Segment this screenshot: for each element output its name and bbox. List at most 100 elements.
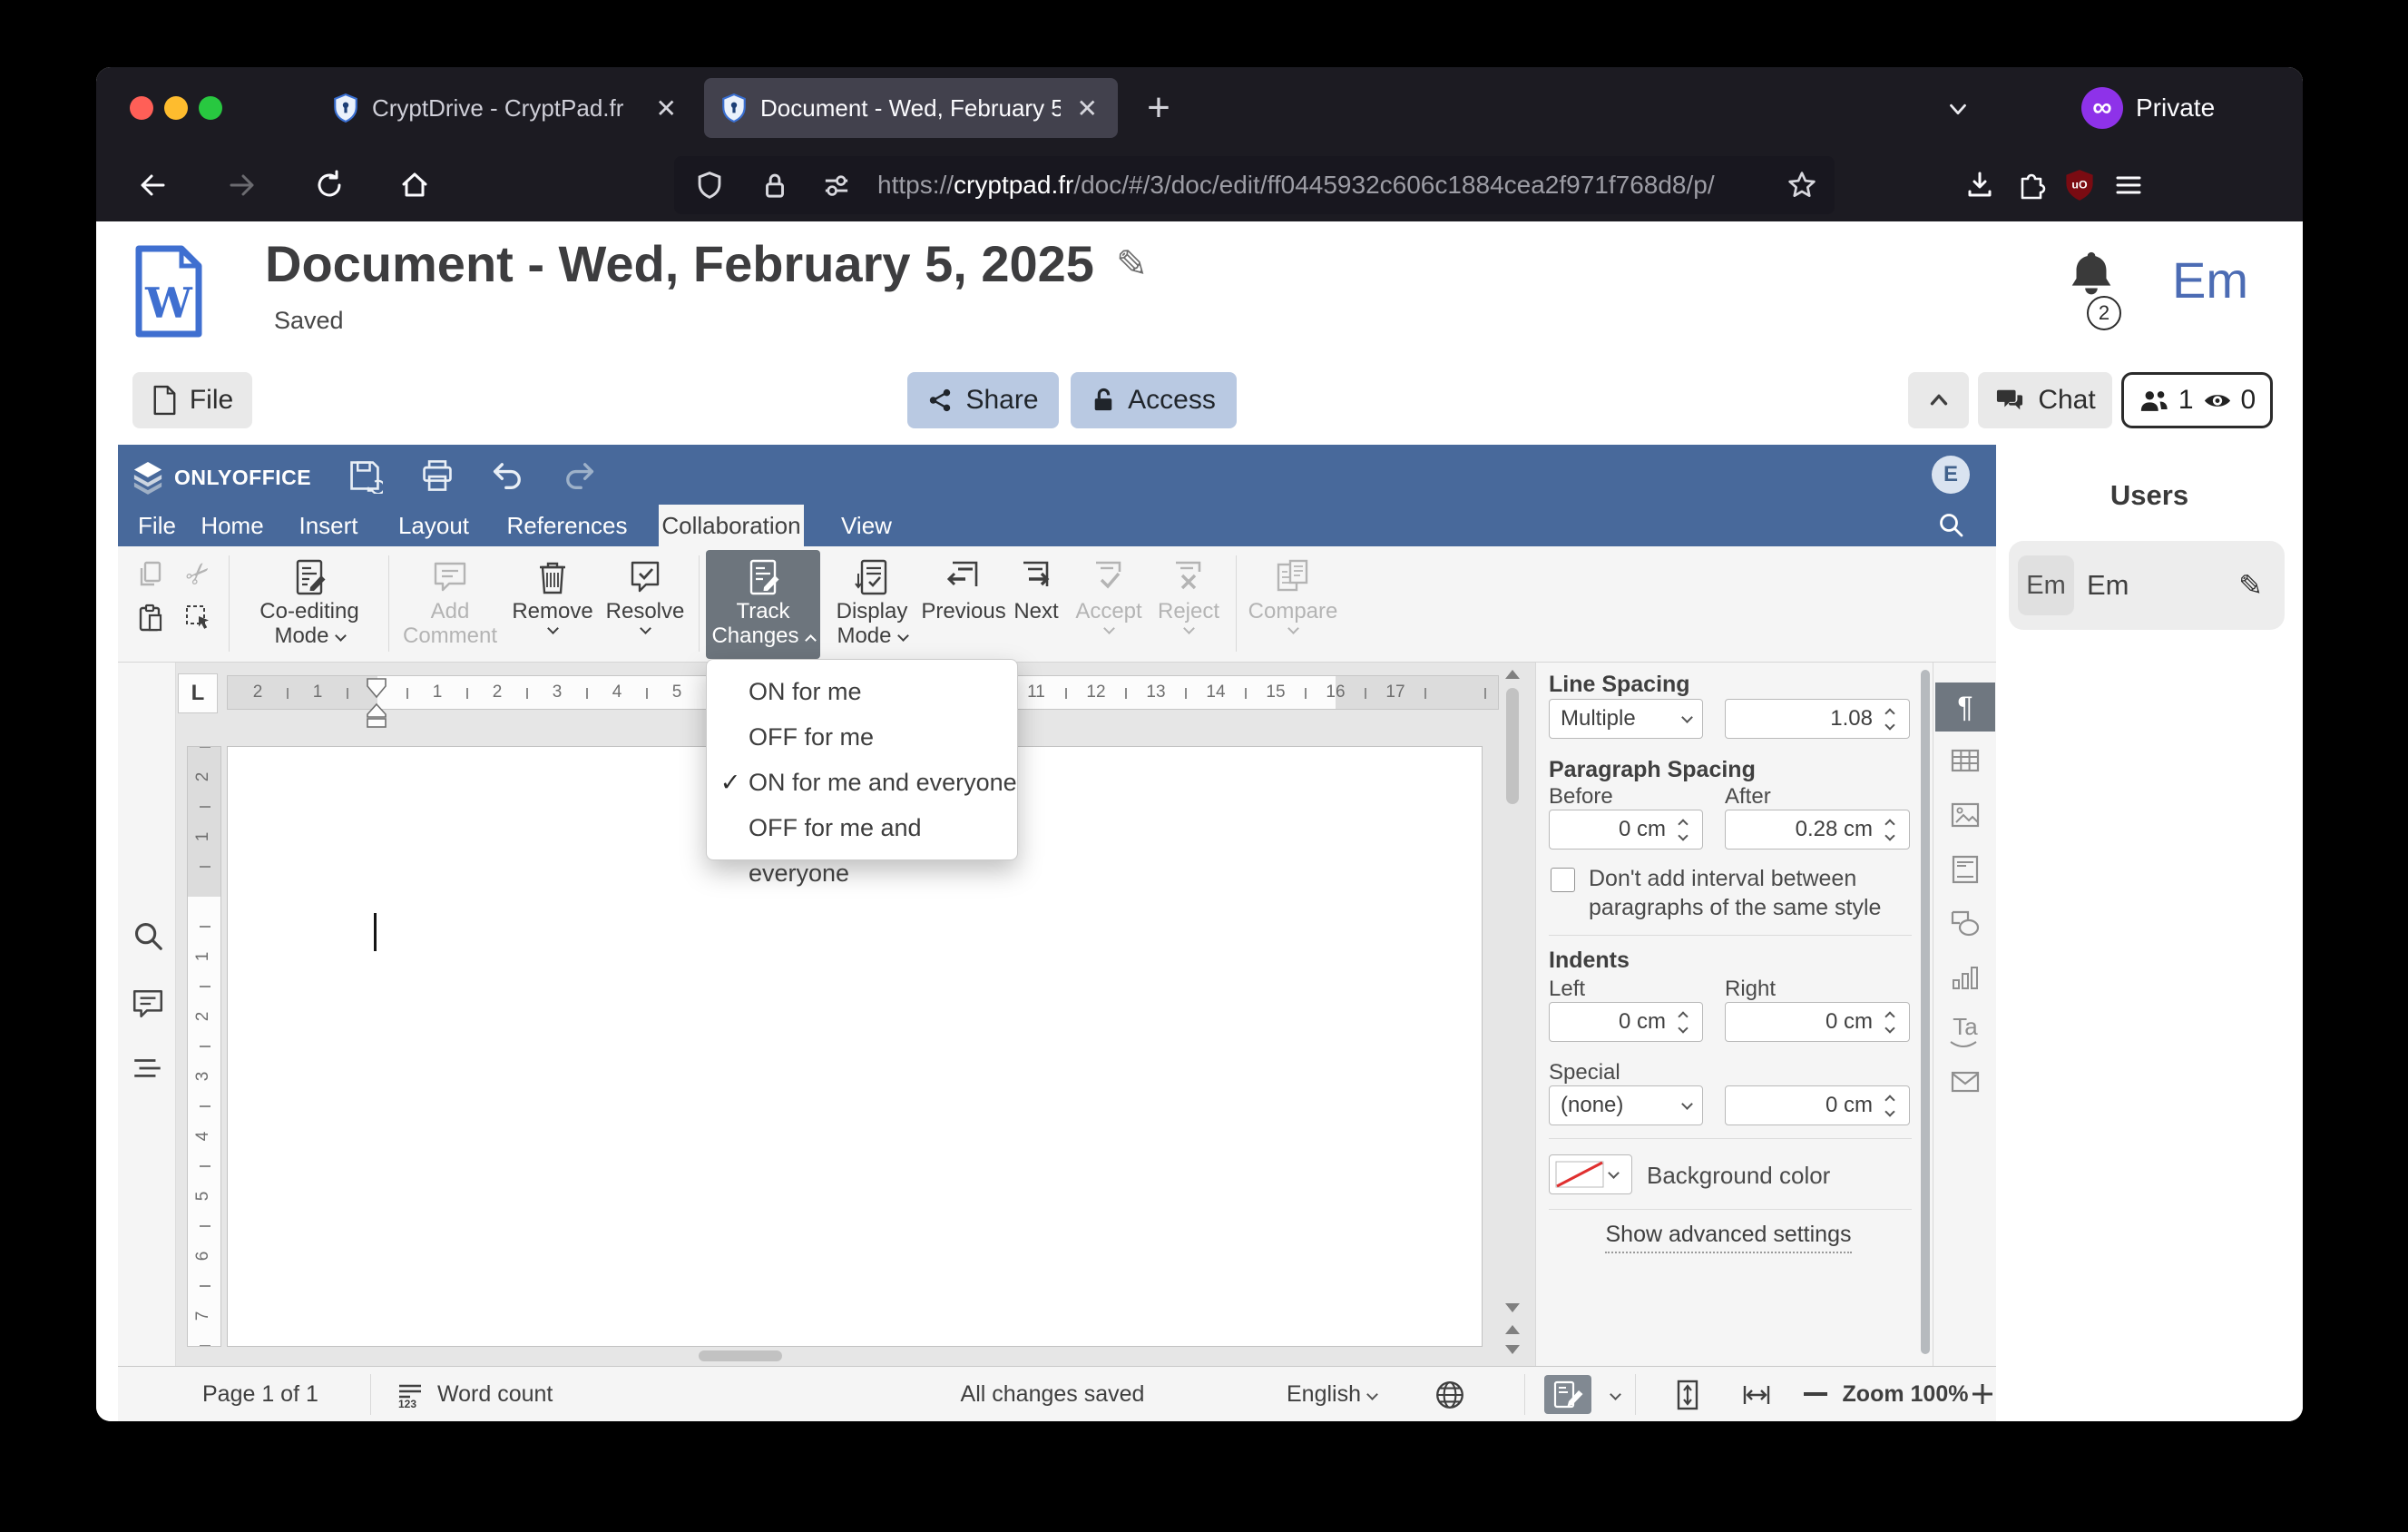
back-button[interactable] <box>136 169 169 201</box>
bookmark-star-icon[interactable] <box>1786 170 1817 201</box>
account-name[interactable]: Em <box>2172 250 2248 309</box>
header-footer-settings-icon[interactable] <box>1949 853 1982 886</box>
select-all-button[interactable] <box>178 597 218 637</box>
compare-button[interactable]: Compare <box>1248 550 1337 659</box>
display-mode-button[interactable]: Display Mode <box>824 550 920 659</box>
spinner-arrows[interactable] <box>1882 1094 1898 1117</box>
menu-item-on-for-me[interactable]: ON for me <box>707 669 1017 714</box>
spinner-arrows[interactable] <box>1675 1010 1691 1034</box>
window-close-button[interactable] <box>130 96 153 120</box>
menu-hamburger-icon[interactable] <box>2112 169 2145 201</box>
remove-button[interactable]: Remove <box>508 550 597 659</box>
window-zoom-button[interactable] <box>199 96 222 120</box>
cut-scissors-button[interactable]: ✂ <box>178 554 218 594</box>
chat-button[interactable]: Chat <box>1978 372 2112 428</box>
shape-settings-icon[interactable] <box>1949 908 1982 940</box>
table-settings-icon[interactable] <box>1949 744 1982 777</box>
fit-page-icon[interactable] <box>1671 1379 1704 1411</box>
extensions-puzzle-icon[interactable] <box>2014 169 2047 201</box>
tab-view[interactable]: View <box>835 505 898 546</box>
print-icon[interactable] <box>419 457 455 494</box>
url-text[interactable]: https://cryptpad.fr/doc/#/3/doc/edit/ff0… <box>877 156 1715 214</box>
zoom-in-button[interactable] <box>1969 1380 1996 1408</box>
indent-right-input[interactable]: 0 cm <box>1725 1002 1910 1042</box>
document-title[interactable]: Document - Wed, February 5, 2025 ✎ <box>265 234 1148 293</box>
https-lock-icon[interactable] <box>759 170 790 201</box>
reject-button[interactable]: Reject <box>1150 550 1227 659</box>
redo-icon[interactable] <box>561 457 597 494</box>
comments-panel-icon[interactable] <box>131 987 165 1021</box>
page-info[interactable]: Page 1 of 1 <box>202 1367 318 1421</box>
spinner-arrows[interactable] <box>1675 818 1691 841</box>
notifications-bell-icon[interactable] <box>2063 247 2119 303</box>
horizontal-scroll-thumb[interactable] <box>699 1350 782 1361</box>
navigation-panel-icon[interactable] <box>131 1052 165 1086</box>
word-count-icon[interactable]: 123 <box>395 1380 426 1410</box>
tab-document[interactable]: Document - Wed, February 5, 2025 ✕ <box>704 78 1118 138</box>
paragraph-settings-icon[interactable]: ¶ <box>1935 683 1995 732</box>
forward-button[interactable] <box>226 169 259 201</box>
file-button[interactable]: File <box>132 372 252 428</box>
show-advanced-settings-link[interactable]: Show advanced settings <box>1536 1222 1921 1253</box>
chart-settings-icon[interactable] <box>1949 962 1982 995</box>
edit-user-pencil-icon[interactable]: ✎ <box>2238 541 2263 630</box>
language-selector[interactable]: English <box>1287 1367 1378 1421</box>
tab-cryptdrive[interactable]: CryptDrive - CryptPad.fr ✕ <box>316 78 697 138</box>
next-page-button[interactable] <box>1505 1345 1520 1354</box>
tab-file[interactable]: File <box>129 505 185 546</box>
image-settings-icon[interactable] <box>1949 799 1982 831</box>
special-select[interactable]: (none) <box>1549 1085 1703 1125</box>
list-tabs-chevron-icon[interactable] <box>1938 89 1978 129</box>
indent-markers[interactable] <box>365 677 388 730</box>
spinner-arrows[interactable] <box>1882 1010 1898 1034</box>
ublock-origin-icon[interactable]: uO <box>2063 169 2096 201</box>
tab-references[interactable]: References <box>499 505 635 546</box>
tab-collaboration[interactable]: Collaboration <box>659 505 804 546</box>
vertical-scroll-thumb[interactable] <box>1506 688 1519 804</box>
panel-scrollbar[interactable] <box>1921 670 1930 1354</box>
accept-button[interactable]: Accept <box>1071 550 1147 659</box>
indent-left-input[interactable]: 0 cm <box>1549 1002 1703 1042</box>
url-bar[interactable]: https://cryptpad.fr/doc/#/3/doc/edit/ff0… <box>674 156 1835 214</box>
tab-insert[interactable]: Insert <box>288 505 369 546</box>
line-spacing-value-input[interactable]: 1.08 <box>1725 699 1910 739</box>
scroll-up-arrow[interactable] <box>1505 670 1520 679</box>
v-ruler[interactable]: 211234567 <box>187 746 221 1347</box>
new-tab-button[interactable]: + <box>1138 85 1180 130</box>
fit-width-icon[interactable] <box>1740 1379 1773 1411</box>
permissions-icon[interactable] <box>821 170 852 201</box>
menu-item-on-for-everyone[interactable]: ✓ ON for me and everyone <box>707 760 1017 805</box>
no-interval-checkbox[interactable] <box>1551 868 1575 892</box>
spellcheck-globe-icon[interactable] <box>1434 1379 1466 1411</box>
access-button[interactable]: Access <box>1071 372 1237 428</box>
background-color-swatch[interactable] <box>1549 1154 1632 1194</box>
previous-page-button[interactable] <box>1505 1325 1520 1334</box>
editor-search-icon[interactable] <box>1936 510 1965 539</box>
zoom-out-button[interactable] <box>1804 1392 1827 1396</box>
tracking-protection-shield-icon[interactable] <box>694 170 725 201</box>
copy-button[interactable] <box>131 554 171 594</box>
spinner-arrows[interactable] <box>1882 818 1898 841</box>
line-spacing-select[interactable]: Multiple <box>1549 699 1703 739</box>
undo-icon[interactable] <box>490 457 526 494</box>
tab-layout[interactable]: Layout <box>390 505 477 546</box>
tab-close-icon[interactable]: ✕ <box>652 93 680 123</box>
tab-close-icon[interactable]: ✕ <box>1073 93 1101 123</box>
editor-user-avatar[interactable]: E <box>1932 456 1970 494</box>
tab-home[interactable]: Home <box>195 505 269 546</box>
previous-change-button[interactable]: Previous <box>921 550 1006 659</box>
edit-title-pencil-icon[interactable]: ✎ <box>1116 241 1148 286</box>
save-icon[interactable] <box>347 457 383 494</box>
menu-item-off-for-me[interactable]: OFF for me <box>707 714 1017 760</box>
paste-button[interactable] <box>131 597 171 637</box>
reload-button[interactable] <box>313 169 346 201</box>
mail-merge-icon[interactable] <box>1949 1066 1982 1098</box>
track-changes-status-button[interactable] <box>1544 1375 1591 1414</box>
resolve-button[interactable]: Resolve <box>601 550 690 659</box>
home-button[interactable] <box>398 169 431 201</box>
user-card[interactable]: Em Em ✎ <box>2009 541 2285 630</box>
vertical-scrollbar[interactable] <box>1503 664 1522 1361</box>
scroll-down-arrow[interactable] <box>1505 1303 1520 1312</box>
word-count-label[interactable]: Word count <box>437 1367 553 1421</box>
spinner-arrows[interactable] <box>1882 707 1898 731</box>
